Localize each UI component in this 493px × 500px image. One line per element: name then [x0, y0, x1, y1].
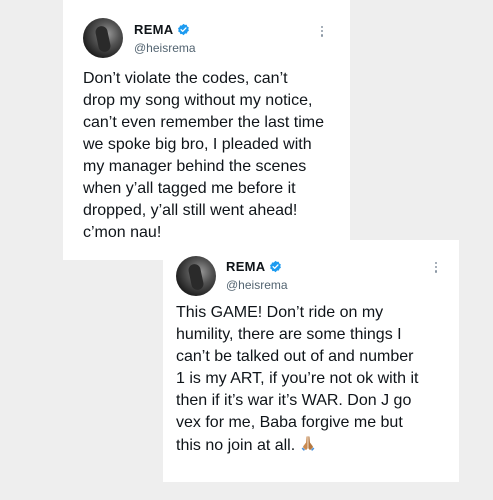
more-options-icon[interactable] [321, 26, 325, 37]
user-handle[interactable]: @heisrema [134, 41, 196, 55]
tweet-text: This GAME! Don’t ride on my humility, th… [176, 302, 456, 457]
tweet-text: Don’t violate the codes, can’t drop my s… [83, 70, 324, 241]
more-options-icon[interactable] [435, 262, 439, 273]
name-row: REMA [134, 22, 190, 37]
verified-badge-icon [270, 260, 282, 273]
avatar[interactable] [176, 256, 216, 296]
verified-badge-icon [178, 23, 190, 36]
display-name[interactable]: REMA [134, 22, 173, 37]
tweet-card-1: REMA @heisrema Don’t violate the codes, … [63, 0, 350, 260]
display-name[interactable]: REMA [226, 259, 265, 274]
folded-hands-icon [301, 436, 315, 451]
tweet-card-2: REMA @heisrema This GAME! Don’t ride on … [163, 240, 459, 482]
name-row: REMA [226, 259, 282, 274]
user-handle[interactable]: @heisrema [226, 278, 288, 292]
avatar[interactable] [83, 18, 123, 58]
tweet-text-content: This GAME! Don’t ride on my humility, th… [176, 304, 419, 454]
